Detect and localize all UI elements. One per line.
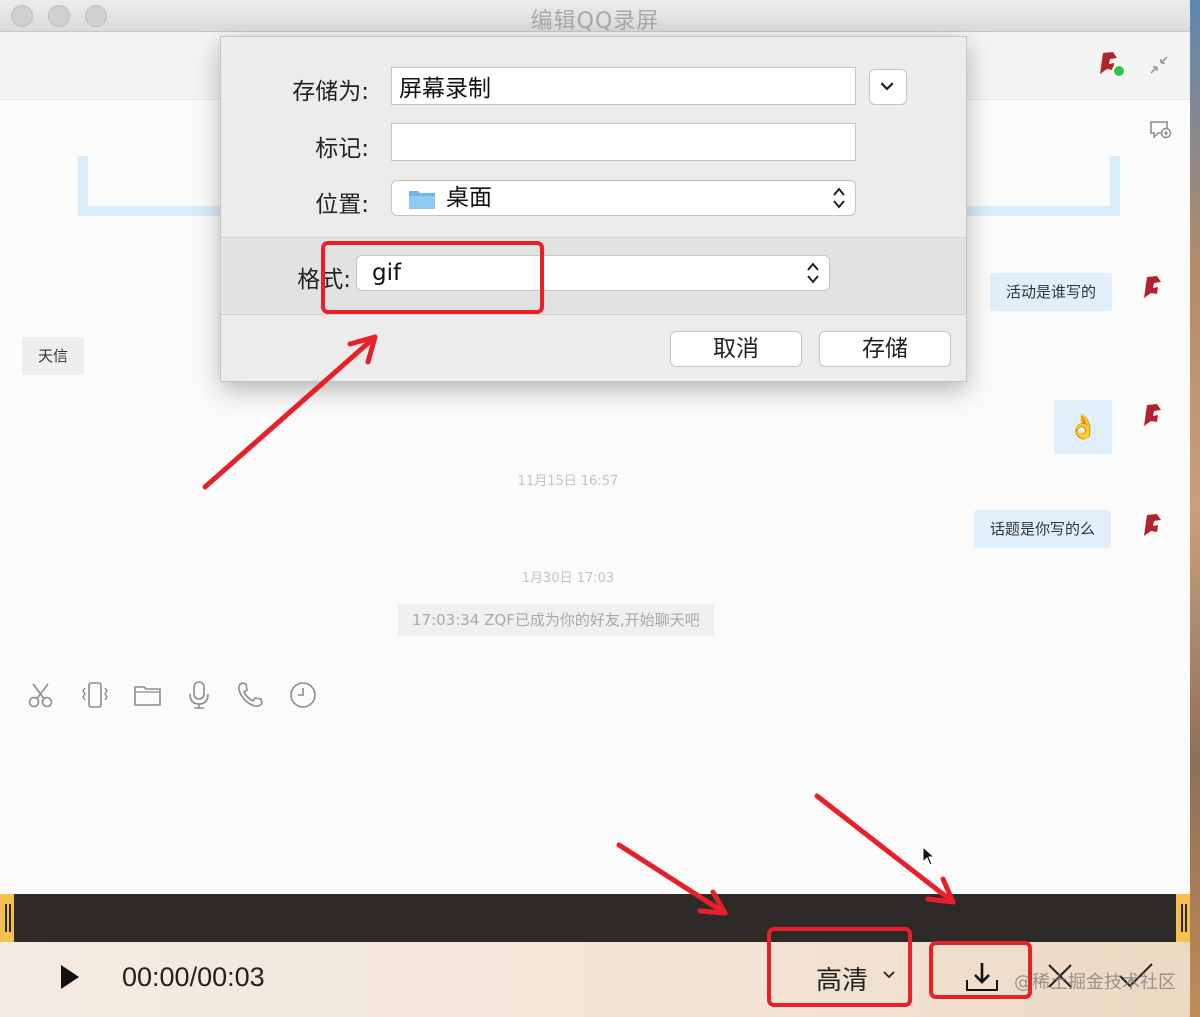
download-highlight-box: [929, 941, 1032, 999]
watermark: @稀土掘金技术社区: [1014, 972, 1176, 993]
cancel-button[interactable]: 取消: [670, 331, 802, 367]
message-bubble[interactable]: 天信: [22, 337, 85, 375]
microphone-icon[interactable]: [184, 680, 214, 710]
timeline-strip[interactable]: [0, 894, 1190, 942]
save-as-label: 存储为:: [292, 79, 369, 105]
trim-start-handle[interactable]: [0, 894, 14, 942]
phone-icon[interactable]: [235, 680, 265, 710]
save-dialog: 存储为: 标记: 位置: 桌面 格式: gif 取消 存储: [220, 36, 967, 382]
folder-icon: [409, 191, 435, 209]
desktop-edge: [1190, 0, 1200, 1017]
format-highlight-box: [321, 241, 544, 314]
time-total: 00:03: [197, 962, 265, 992]
updown-chevron-icon: [807, 262, 819, 284]
system-message: 17:03:34 ZQF已成为你的好友,开始聊天吧: [398, 604, 714, 636]
save-button[interactable]: 存储: [819, 331, 951, 367]
collapse-icon[interactable]: [1148, 54, 1170, 76]
message-bubble[interactable]: 话题是你写的么: [974, 510, 1112, 548]
shake-window-icon[interactable]: [80, 680, 110, 710]
window-title: 编辑QQ录屏: [530, 9, 660, 34]
my-avatar-icon[interactable]: [1140, 274, 1164, 300]
online-status-icon: [1112, 64, 1126, 78]
history-clock-icon[interactable]: [288, 680, 318, 710]
new-chat-icon[interactable]: [1148, 118, 1172, 142]
location-value: 桌面: [446, 185, 492, 211]
window-titlebar: 编辑QQ录屏: [0, 0, 1190, 34]
tags-field[interactable]: [391, 123, 856, 161]
folder-icon[interactable]: [133, 680, 163, 710]
updown-chevron-icon: [833, 187, 845, 209]
message-timestamp: 11月15日 16:57: [517, 474, 619, 489]
time-separator: /: [189, 962, 198, 992]
quality-highlight-box: [767, 927, 912, 1007]
trim-end-handle[interactable]: [1176, 894, 1190, 942]
chevron-down-icon: [880, 82, 894, 91]
playback-time: 00:00/00:03: [122, 962, 265, 993]
play-icon[interactable]: [60, 964, 80, 990]
mouse-cursor-icon: [922, 846, 936, 866]
tags-label: 标记:: [315, 136, 369, 162]
location-label: 位置:: [315, 192, 369, 218]
message-timestamp: 1月30日 17:03: [521, 571, 615, 586]
scissors-icon[interactable]: [26, 680, 56, 710]
my-avatar-icon[interactable]: [1140, 512, 1164, 538]
my-avatar-icon[interactable]: [1140, 402, 1164, 428]
expand-dialog-button[interactable]: [869, 69, 907, 105]
location-select[interactable]: 桌面: [391, 180, 856, 216]
message-bubble[interactable]: 活动是谁写的: [990, 273, 1113, 311]
save-as-field[interactable]: [391, 67, 856, 105]
emoji-message-bubble[interactable]: 👌: [1054, 400, 1112, 454]
time-current: 00:00: [122, 962, 190, 992]
